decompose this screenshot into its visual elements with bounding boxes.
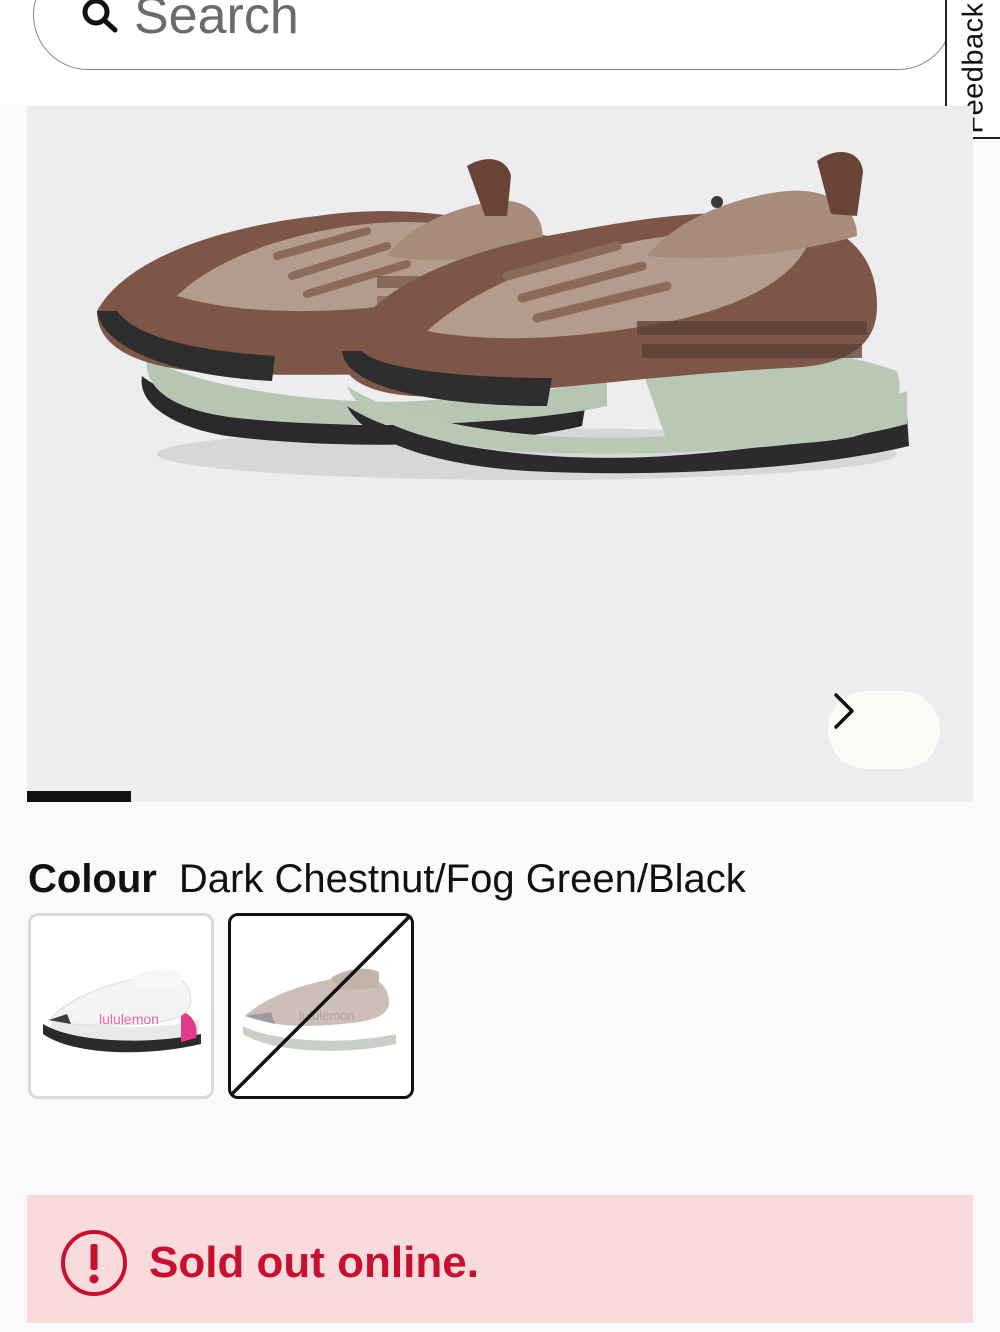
alert-circle-icon	[61, 1230, 127, 1296]
sold-out-message: Sold out online.	[149, 1238, 479, 1287]
colour-swatch-white-pink[interactable]: lululemon	[28, 913, 214, 1099]
swatch-thumbnail: lululemon	[43, 968, 201, 1053]
shoe-right	[341, 152, 909, 474]
swatch-thumbnail: lululemon	[231, 916, 411, 1096]
colour-swatch-dark-chestnut-sold-out[interactable]: lululemon	[228, 913, 414, 1099]
swatch-brand-text: lululemon	[99, 1011, 159, 1027]
gallery-progress-fill	[27, 791, 132, 802]
sold-out-banner: Sold out online.	[27, 1195, 973, 1323]
colour-label: Colour	[28, 857, 157, 901]
product-image-gallery[interactable]	[27, 106, 973, 802]
gallery-progress-bar	[27, 791, 973, 802]
colour-value: Dark Chestnut/Fog Green/Black	[178, 857, 746, 901]
chevron-right-icon	[834, 693, 854, 729]
search-input[interactable]: Search	[134, 0, 299, 46]
next-image-button[interactable]	[828, 691, 940, 769]
search-icon[interactable]	[80, 0, 122, 36]
colour-row: Colour Dark Chestnut/Fog Green/Black	[28, 855, 746, 903]
header: Search	[0, 0, 1000, 105]
